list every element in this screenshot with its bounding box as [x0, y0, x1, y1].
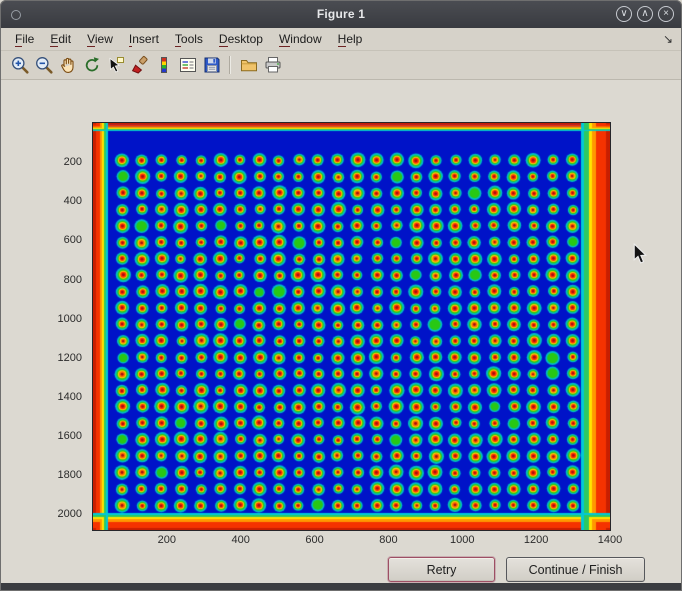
menu-help-label: H [338, 32, 347, 47]
print-button[interactable] [261, 54, 284, 77]
folder-icon [239, 55, 259, 75]
y-tick-label: 400 [64, 195, 82, 207]
window-controls: ∨ ∧ × [616, 6, 674, 22]
brush-icon [130, 55, 150, 75]
heatmap-canvas[interactable] [92, 122, 611, 531]
data-cursor-icon [106, 55, 126, 75]
brush-button[interactable] [128, 54, 151, 77]
menu-insert[interactable]: Insert [121, 30, 167, 49]
rotate-button[interactable] [80, 54, 103, 77]
hand-icon [58, 55, 78, 75]
toolbar [0, 51, 682, 80]
window-title: Figure 1 [0, 7, 682, 21]
menu-insert-label-rest: nsert [132, 32, 159, 46]
open-button[interactable] [237, 54, 260, 77]
x-tick-labels: 200400600800100012001400 [93, 534, 610, 548]
toolbar-separator [229, 56, 231, 74]
rotate-icon [82, 55, 102, 75]
x-tick-label: 1200 [524, 534, 548, 546]
menu-desktop-label-rest: esktop [228, 32, 263, 46]
chevron-down-icon: ∨ [620, 8, 627, 19]
menu-file[interactable]: File [7, 30, 42, 49]
menu-file-label-rest: ile [22, 32, 34, 46]
y-tick-label: 200 [64, 156, 82, 168]
menu-window-label-rest: indow [290, 32, 321, 46]
menu-desktop-label: D [219, 32, 228, 47]
dock-arrow-icon[interactable]: ↘ [663, 32, 673, 46]
printer-icon [263, 55, 283, 75]
chevron-up-icon: ∧ [641, 8, 648, 19]
y-tick-label: 1000 [58, 313, 82, 325]
maximize-button[interactable]: ∧ [637, 6, 653, 22]
y-tick-label: 2000 [58, 508, 82, 520]
x-tick-label: 600 [305, 534, 323, 546]
y-tick-label: 1200 [58, 352, 82, 364]
menu-tools-label-rest: ools [181, 32, 203, 46]
menu-window-label: W [279, 32, 290, 47]
menu-view[interactable]: View [79, 30, 121, 49]
continue-finish-button[interactable]: Continue / Finish [506, 557, 645, 582]
x-tick-label: 400 [232, 534, 250, 546]
pan-button[interactable] [56, 54, 79, 77]
save-button[interactable] [200, 54, 223, 77]
close-button[interactable]: × [658, 6, 674, 22]
x-tick-label: 800 [379, 534, 397, 546]
x-tick-label: 1400 [598, 534, 622, 546]
menu-desktop[interactable]: Desktop [211, 30, 271, 49]
y-tick-label: 1400 [58, 391, 82, 403]
insert-legend-button[interactable] [176, 54, 199, 77]
menu-edit[interactable]: Edit [42, 30, 79, 49]
menu-view-label-rest: iew [95, 32, 113, 46]
window-bottom-border [0, 583, 682, 591]
y-tick-label: 1800 [58, 469, 82, 481]
menu-help-label-rest: elp [346, 32, 362, 46]
zoom-in-icon [10, 55, 30, 75]
y-tick-labels: 200 400 600 800 1000 1200 1400 1600 1800 2000 [46, 123, 88, 530]
zoom-in-button[interactable] [8, 54, 31, 77]
legend-icon [178, 55, 198, 75]
titlebar[interactable]: Figure 1 ∨ ∧ × [0, 0, 682, 28]
y-tick-label: 800 [64, 274, 82, 286]
x-tick-label: 200 [158, 534, 176, 546]
menu-window[interactable]: Window [271, 30, 330, 49]
zoom-out-icon [34, 55, 54, 75]
colorbar-icon [154, 55, 174, 75]
floppy-disk-icon [202, 55, 222, 75]
menubar: File Edit View Insert Tools Desktop Wind… [0, 28, 682, 51]
y-tick-label: 600 [64, 234, 82, 246]
menu-edit-label-rest: dit [58, 32, 71, 46]
x-tick-label: 1000 [450, 534, 474, 546]
insert-colorbar-button[interactable] [152, 54, 175, 77]
retry-button[interactable]: Retry [388, 557, 495, 582]
menu-tools[interactable]: Tools [167, 30, 211, 49]
zoom-out-button[interactable] [32, 54, 55, 77]
menu-help[interactable]: Help [330, 30, 371, 49]
data-cursor-button[interactable] [104, 54, 127, 77]
y-tick-label: 1600 [58, 430, 82, 442]
close-icon: × [663, 8, 669, 19]
menu-view-label: V [87, 32, 95, 47]
shade-button[interactable]: ∨ [616, 6, 632, 22]
